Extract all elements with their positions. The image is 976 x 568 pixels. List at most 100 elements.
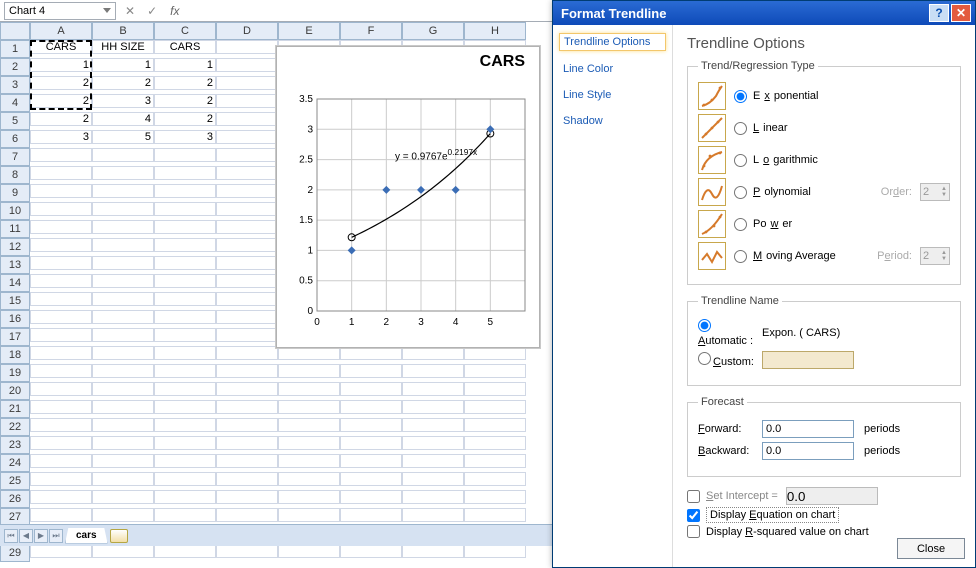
cell-D17[interactable] xyxy=(216,328,278,342)
cell-C16[interactable] xyxy=(154,310,216,324)
cell-H22[interactable] xyxy=(464,418,526,432)
nav-shadow[interactable]: Shadow xyxy=(559,113,666,129)
cell-F25[interactable] xyxy=(340,472,402,486)
row-header-26[interactable]: 26 xyxy=(0,490,30,508)
poly-extra-spinner[interactable]: 2▲▼ xyxy=(920,183,950,201)
cell-D13[interactable] xyxy=(216,256,278,270)
cell-E27[interactable] xyxy=(278,508,340,522)
cell-H19[interactable] xyxy=(464,364,526,378)
cell-A7[interactable] xyxy=(30,148,92,162)
row-header-5[interactable]: 5 xyxy=(0,112,30,130)
cell-C25[interactable] xyxy=(154,472,216,486)
cell-B6[interactable]: 5 xyxy=(92,130,154,144)
cell-C18[interactable] xyxy=(154,346,216,360)
cell-B7[interactable] xyxy=(92,148,154,162)
next-tab-icon[interactable]: ▶ xyxy=(34,529,48,543)
cell-G22[interactable] xyxy=(402,418,464,432)
name-custom-input[interactable] xyxy=(762,351,854,369)
row-header-9[interactable]: 9 xyxy=(0,184,30,202)
cell-C19[interactable] xyxy=(154,364,216,378)
cell-D10[interactable] xyxy=(216,202,278,216)
help-icon[interactable]: ? xyxy=(929,4,949,22)
last-tab-icon[interactable]: ⏭ xyxy=(49,529,63,543)
cell-A11[interactable] xyxy=(30,220,92,234)
cell-C26[interactable] xyxy=(154,490,216,504)
cell-B2[interactable]: 1 xyxy=(92,58,154,72)
cell-D12[interactable] xyxy=(216,238,278,252)
cell-H26[interactable] xyxy=(464,490,526,504)
row-header-19[interactable]: 19 xyxy=(0,364,30,382)
cell-B22[interactable] xyxy=(92,418,154,432)
cell-C17[interactable] xyxy=(154,328,216,342)
cell-D4[interactable] xyxy=(216,94,278,108)
cell-F19[interactable] xyxy=(340,364,402,378)
swatch-lin-icon[interactable] xyxy=(698,114,726,142)
cell-C5[interactable]: 2 xyxy=(154,112,216,126)
row-header-8[interactable]: 8 xyxy=(0,166,30,184)
fx-icon[interactable]: fx xyxy=(166,4,183,18)
cell-F20[interactable] xyxy=(340,382,402,396)
cell-F21[interactable] xyxy=(340,400,402,414)
nav-trendline-options[interactable]: Trendline Options xyxy=(559,33,666,51)
cell-F23[interactable] xyxy=(340,436,402,450)
cell-D1[interactable] xyxy=(216,40,278,54)
cell-B13[interactable] xyxy=(92,256,154,270)
nav-line-style[interactable]: Line Style xyxy=(559,87,666,103)
close-icon[interactable]: ✕ xyxy=(951,4,971,22)
type-lin-radio[interactable] xyxy=(734,122,747,135)
cell-A24[interactable] xyxy=(30,454,92,468)
cell-B19[interactable] xyxy=(92,364,154,378)
cell-D9[interactable] xyxy=(216,184,278,198)
cell-D24[interactable] xyxy=(216,454,278,468)
cell-C3[interactable]: 2 xyxy=(154,76,216,90)
cell-C9[interactable] xyxy=(154,184,216,198)
cell-A4[interactable]: 2 xyxy=(30,94,92,108)
cell-G19[interactable] xyxy=(402,364,464,378)
cell-A26[interactable] xyxy=(30,490,92,504)
cell-A13[interactable] xyxy=(30,256,92,270)
cell-G18[interactable] xyxy=(402,346,464,360)
cell-A12[interactable] xyxy=(30,238,92,252)
cell-D5[interactable] xyxy=(216,112,278,126)
name-auto-radio-label[interactable]: Automatic : xyxy=(698,319,756,347)
cell-D18[interactable] xyxy=(216,346,278,360)
cell-A29[interactable] xyxy=(30,544,92,558)
cell-D29[interactable] xyxy=(216,544,278,558)
cell-C15[interactable] xyxy=(154,292,216,306)
cell-A16[interactable] xyxy=(30,310,92,324)
swatch-exp-icon[interactable] xyxy=(698,82,726,110)
cell-C7[interactable] xyxy=(154,148,216,162)
ma-extra-spinner[interactable]: 2▲▼ xyxy=(920,247,950,265)
row-header-2[interactable]: 2 xyxy=(0,58,30,76)
col-header-D[interactable]: D xyxy=(216,22,278,40)
cell-H29[interactable] xyxy=(464,544,526,558)
cell-H27[interactable] xyxy=(464,508,526,522)
cell-C1[interactable]: CARS xyxy=(154,40,216,54)
set-intercept-checkbox[interactable] xyxy=(687,490,700,503)
display-r2-checkbox[interactable] xyxy=(687,525,700,538)
cell-D22[interactable] xyxy=(216,418,278,432)
cell-D3[interactable] xyxy=(216,76,278,90)
chevron-down-icon[interactable] xyxy=(103,8,111,13)
cell-F22[interactable] xyxy=(340,418,402,432)
cell-G25[interactable] xyxy=(402,472,464,486)
backward-input[interactable] xyxy=(762,442,854,460)
type-ma-label[interactable]: Moving Average xyxy=(734,250,836,263)
cell-D15[interactable] xyxy=(216,292,278,306)
cell-D6[interactable] xyxy=(216,130,278,144)
type-ma-radio[interactable] xyxy=(734,250,747,263)
cell-B3[interactable]: 2 xyxy=(92,76,154,90)
cell-C27[interactable] xyxy=(154,508,216,522)
cell-H21[interactable] xyxy=(464,400,526,414)
cell-E21[interactable] xyxy=(278,400,340,414)
row-header-7[interactable]: 7 xyxy=(0,148,30,166)
cell-C13[interactable] xyxy=(154,256,216,270)
cell-F27[interactable] xyxy=(340,508,402,522)
cell-A2[interactable]: 1 xyxy=(30,58,92,72)
row-header-24[interactable]: 24 xyxy=(0,454,30,472)
cell-A23[interactable] xyxy=(30,436,92,450)
type-exp-label[interactable]: Exponential xyxy=(734,90,819,103)
col-header-A[interactable]: A xyxy=(30,22,92,40)
row-header-6[interactable]: 6 xyxy=(0,130,30,148)
cell-D14[interactable] xyxy=(216,274,278,288)
